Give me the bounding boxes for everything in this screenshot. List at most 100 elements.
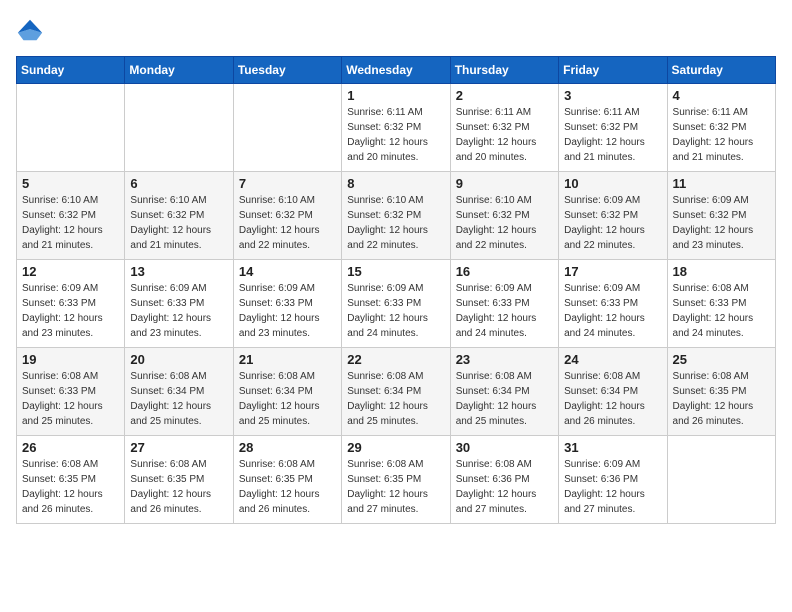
day-number: 22 (347, 352, 444, 367)
calendar-cell (233, 84, 341, 172)
weekday-header: Friday (559, 57, 667, 84)
day-info: Sunrise: 6:11 AMSunset: 6:32 PMDaylight:… (673, 105, 770, 165)
calendar-cell: 22 Sunrise: 6:08 AMSunset: 6:34 PMDayligh… (342, 348, 450, 436)
calendar-cell: 30Sunrise: 6:08 AMSunset: 6:36 PMDayligh… (450, 436, 558, 524)
day-number: 2 (456, 88, 553, 103)
weekday-header: Monday (125, 57, 233, 84)
day-info: Sunrise: 6:09 AMSunset: 6:32 PMDaylight:… (673, 193, 770, 253)
calendar-cell (17, 84, 125, 172)
day-number: 6 (130, 176, 227, 191)
day-number: 14 (239, 264, 336, 279)
calendar-cell: 31 Sunrise: 6:09 AMSunset: 6:36 PMDayligh… (559, 436, 667, 524)
calendar-cell (125, 84, 233, 172)
calendar-week-row: 1 Sunrise: 6:11 AMSunset: 6:32 PMDaylight… (17, 84, 776, 172)
day-info: Sunrise: 6:09 AMSunset: 6:33 PMDaylight:… (130, 281, 227, 341)
calendar-cell: 17Sunrise: 6:09 AMSunset: 6:33 PMDayligh… (559, 260, 667, 348)
day-info: Sunrise: 6:11 AMSunset: 6:32 PMDaylight:… (564, 105, 661, 165)
day-info: Sunrise: 6:10 AMSunset: 6:32 PMDaylight:… (456, 193, 553, 253)
day-number: 16 (456, 264, 553, 279)
calendar-cell: 28 Sunrise: 6:08 AMSunset: 6:35 PMDayligh… (233, 436, 341, 524)
calendar-week-row: 26 Sunrise: 6:08 AMSunset: 6:35 PMDayligh… (17, 436, 776, 524)
day-number: 28 (239, 440, 336, 455)
calendar-cell: 5Sunrise: 6:10 AMSunset: 6:32 PMDaylight… (17, 172, 125, 260)
calendar-cell: 6Sunrise: 6:10 AMSunset: 6:32 PMDaylight… (125, 172, 233, 260)
calendar-cell: 11Sunrise: 6:09 AMSunset: 6:32 PMDayligh… (667, 172, 775, 260)
weekday-header: Tuesday (233, 57, 341, 84)
day-number: 13 (130, 264, 227, 279)
day-info: Sunrise: 6:09 AMSunset: 6:33 PMDaylight:… (22, 281, 119, 341)
calendar-cell: 14 Sunrise: 6:09 AMSunset: 6:33 PMDayligh… (233, 260, 341, 348)
day-info: Sunrise: 6:08 AMSunset: 6:35 PMDaylight:… (22, 457, 119, 517)
day-number: 7 (239, 176, 336, 191)
calendar-cell: 2 Sunrise: 6:11 AMSunset: 6:32 PMDaylight… (450, 84, 558, 172)
day-number: 26 (22, 440, 119, 455)
day-number: 1 (347, 88, 444, 103)
calendar-cell: 7 Sunrise: 6:10 AMSunset: 6:32 PMDaylight… (233, 172, 341, 260)
day-info: Sunrise: 6:08 AMSunset: 6:33 PMDaylight:… (22, 369, 119, 429)
day-number: 5 (22, 176, 119, 191)
day-info: Sunrise: 6:08 AMSunset: 6:35 PMDaylight:… (239, 457, 336, 517)
day-info: Sunrise: 6:11 AMSunset: 6:32 PMDaylight:… (456, 105, 553, 165)
calendar-cell: 16Sunrise: 6:09 AMSunset: 6:33 PMDayligh… (450, 260, 558, 348)
calendar-cell: 18Sunrise: 6:08 AMSunset: 6:33 PMDayligh… (667, 260, 775, 348)
day-number: 9 (456, 176, 553, 191)
weekday-header: Wednesday (342, 57, 450, 84)
weekday-header: Saturday (667, 57, 775, 84)
calendar-header-row: SundayMondayTuesdayWednesdayThursdayFrid… (17, 57, 776, 84)
logo-icon (16, 16, 44, 44)
day-info: Sunrise: 6:08 AMSunset: 6:34 PMDaylight:… (130, 369, 227, 429)
calendar-cell: 26 Sunrise: 6:08 AMSunset: 6:35 PMDayligh… (17, 436, 125, 524)
day-number: 23 (456, 352, 553, 367)
day-info: Sunrise: 6:08 AMSunset: 6:35 PMDaylight:… (130, 457, 227, 517)
weekday-header: Thursday (450, 57, 558, 84)
day-number: 31 (564, 440, 661, 455)
day-number: 25 (673, 352, 770, 367)
day-info: Sunrise: 6:08 AMSunset: 6:34 PMDaylight:… (347, 369, 444, 429)
calendar-cell: 12 Sunrise: 6:09 AMSunset: 6:33 PMDayligh… (17, 260, 125, 348)
day-number: 15 (347, 264, 444, 279)
day-info: Sunrise: 6:08 AMSunset: 6:34 PMDaylight:… (456, 369, 553, 429)
calendar-week-row: 5 Sunrise: 6:10 AMSunset: 6:32 PMDaylight… (17, 172, 776, 260)
calendar-cell (667, 436, 775, 524)
day-number: 8 (347, 176, 444, 191)
calendar-cell: 19 Sunrise: 6:08 AMSunset: 6:33 PMDayligh… (17, 348, 125, 436)
logo (16, 16, 48, 44)
day-number: 10 (564, 176, 661, 191)
day-info: Sunrise: 6:09 AMSunset: 6:33 PMDaylight:… (347, 281, 444, 341)
calendar-cell: 23 Sunrise: 6:08 AMSunset: 6:34 PMDayligh… (450, 348, 558, 436)
calendar-cell: 25Sunrise: 6:08 AMSunset: 6:35 PMDayligh… (667, 348, 775, 436)
calendar-cell: 13 Sunrise: 6:09 AMSunset: 6:33 PMDayligh… (125, 260, 233, 348)
day-info: Sunrise: 6:10 AMSunset: 6:32 PMDaylight:… (239, 193, 336, 253)
page-header (16, 16, 776, 44)
calendar-cell: 4 Sunrise: 6:11 AMSunset: 6:32 PMDaylight… (667, 84, 775, 172)
day-number: 12 (22, 264, 119, 279)
day-info: Sunrise: 6:11 AMSunset: 6:32 PMDaylight:… (347, 105, 444, 165)
calendar-cell: 27 Sunrise: 6:08 AMSunset: 6:35 PMDayligh… (125, 436, 233, 524)
calendar-cell: 21Sunrise: 6:08 AMSunset: 6:34 PMDayligh… (233, 348, 341, 436)
weekday-header: Sunday (17, 57, 125, 84)
day-info: Sunrise: 6:09 AMSunset: 6:32 PMDaylight:… (564, 193, 661, 253)
day-info: Sunrise: 6:09 AMSunset: 6:33 PMDaylight:… (564, 281, 661, 341)
calendar-cell: 10 Sunrise: 6:09 AMSunset: 6:32 PMDayligh… (559, 172, 667, 260)
day-info: Sunrise: 6:08 AMSunset: 6:36 PMDaylight:… (456, 457, 553, 517)
day-number: 21 (239, 352, 336, 367)
day-info: Sunrise: 6:10 AMSunset: 6:32 PMDaylight:… (347, 193, 444, 253)
day-info: Sunrise: 6:08 AMSunset: 6:34 PMDaylight:… (564, 369, 661, 429)
day-number: 19 (22, 352, 119, 367)
calendar-week-row: 19 Sunrise: 6:08 AMSunset: 6:33 PMDayligh… (17, 348, 776, 436)
calendar-cell: 9 Sunrise: 6:10 AMSunset: 6:32 PMDaylight… (450, 172, 558, 260)
calendar-table: SundayMondayTuesdayWednesdayThursdayFrid… (16, 56, 776, 524)
day-number: 3 (564, 88, 661, 103)
calendar-cell: 15 Sunrise: 6:09 AMSunset: 6:33 PMDayligh… (342, 260, 450, 348)
day-number: 20 (130, 352, 227, 367)
day-number: 4 (673, 88, 770, 103)
calendar-cell: 3 Sunrise: 6:11 AMSunset: 6:32 PMDaylight… (559, 84, 667, 172)
day-info: Sunrise: 6:08 AMSunset: 6:35 PMDaylight:… (347, 457, 444, 517)
day-info: Sunrise: 6:09 AMSunset: 6:33 PMDaylight:… (239, 281, 336, 341)
calendar-week-row: 12 Sunrise: 6:09 AMSunset: 6:33 PMDayligh… (17, 260, 776, 348)
day-info: Sunrise: 6:08 AMSunset: 6:33 PMDaylight:… (673, 281, 770, 341)
day-number: 29 (347, 440, 444, 455)
calendar-cell: 1 Sunrise: 6:11 AMSunset: 6:32 PMDaylight… (342, 84, 450, 172)
day-number: 27 (130, 440, 227, 455)
day-info: Sunrise: 6:09 AMSunset: 6:36 PMDaylight:… (564, 457, 661, 517)
